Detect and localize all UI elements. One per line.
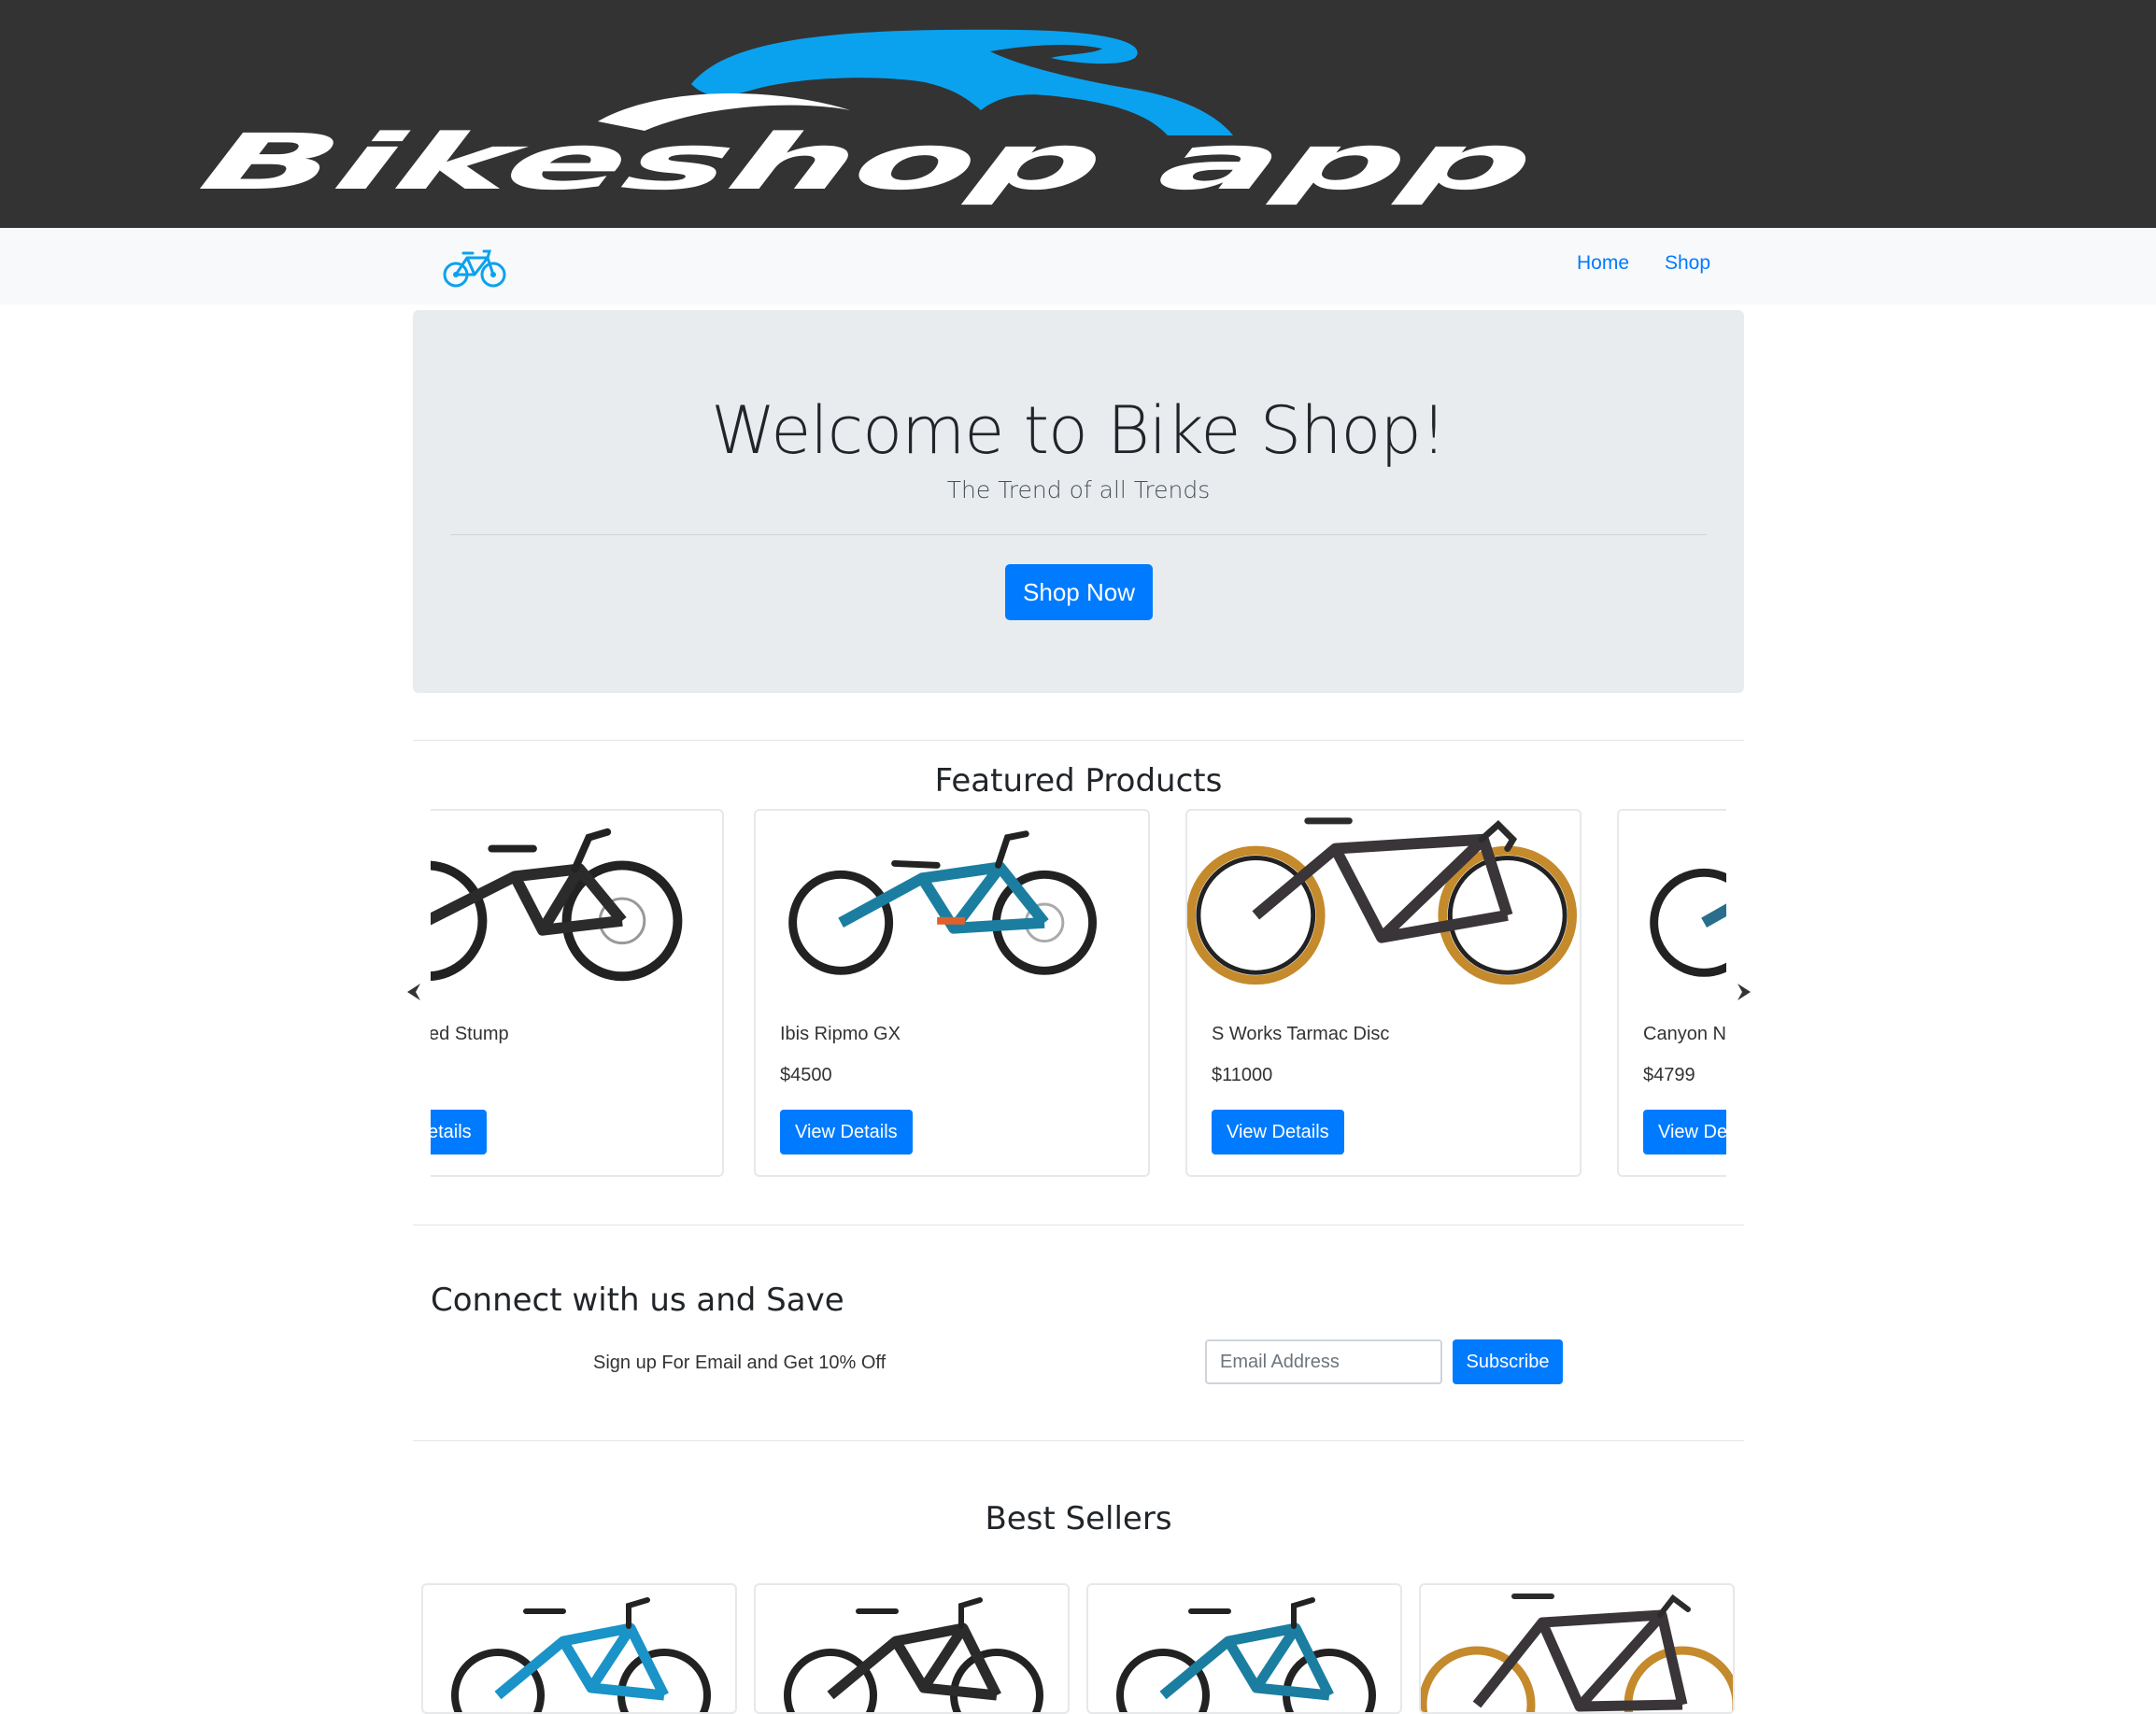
product-card: S Works Tarmac Disc $11000 View Details [1185, 809, 1582, 1177]
nav-link-shop[interactable]: Shop [1665, 252, 1710, 275]
product-image [1187, 817, 1578, 985]
product-price: $4500 [780, 1065, 832, 1085]
product-image [451, 1597, 711, 1712]
bikeshop-logo: Bikeshop app [191, 29, 1547, 207]
newsletter-text: Sign up For Email and Get 10% Off [593, 1353, 887, 1373]
shop-now-button[interactable]: Shop Now [1005, 564, 1153, 620]
best-seller-card[interactable] [1086, 1583, 1402, 1714]
product-card: Specialized Stump View Details [431, 809, 724, 1177]
product-image [1421, 1594, 1733, 1712]
product-image [788, 830, 1098, 975]
divider [413, 1440, 1744, 1441]
best-seller-card[interactable] [754, 1583, 1070, 1714]
product-name: Ibis Ripmo GX [780, 1024, 901, 1044]
product-card: Ibis Ripmo GX $4500 View Details [754, 809, 1150, 1177]
product-card: Canyon Neuron $4799 View Details [1617, 809, 1726, 1177]
best-seller-card[interactable] [421, 1583, 737, 1714]
product-name: S Works Tarmac Disc [1212, 1024, 1390, 1044]
chevron-left-icon[interactable] [404, 981, 426, 1003]
bicycle-icon[interactable] [441, 247, 508, 290]
product-price: $4799 [1643, 1065, 1695, 1085]
view-details-button[interactable]: View Details [1643, 1110, 1726, 1154]
view-details-button[interactable]: View Details [1212, 1110, 1344, 1154]
best-sellers-title: Best Sellers [985, 1500, 1172, 1537]
navbar: Home Shop [0, 228, 2156, 305]
view-details-button[interactable]: View Details [431, 1110, 487, 1154]
hero-jumbotron: Welcome to Bike Shop! The Trend of all T… [413, 310, 1744, 693]
hero-divider [450, 534, 1707, 535]
newsletter-title: Connect with us and Save [431, 1282, 844, 1319]
divider [413, 740, 1744, 741]
product-name: Specialized Stump [431, 1024, 509, 1044]
subscribe-button[interactable]: Subscribe [1453, 1339, 1563, 1384]
nav-link-home[interactable]: Home [1577, 252, 1629, 275]
best-seller-card[interactable] [1419, 1583, 1735, 1714]
header-banner: Bikeshop app [0, 0, 2156, 228]
email-field[interactable] [1205, 1339, 1442, 1384]
product-price: $11000 [1212, 1065, 1273, 1085]
chevron-right-icon[interactable] [1732, 981, 1754, 1003]
hero-title: Welcome to Bike Shop! [711, 392, 1447, 469]
product-image [1116, 1597, 1376, 1712]
view-details-button[interactable]: View Details [780, 1110, 913, 1154]
product-name: Canyon Neuron [1643, 1024, 1726, 1044]
svg-text:Bikeshop app: Bikeshop app [191, 118, 1547, 207]
hero-subtitle: The Trend of all Trends [946, 476, 1211, 503]
featured-carousel: Specialized Stump View Details Ibis Ripm… [431, 809, 1726, 1179]
product-image [431, 828, 683, 982]
product-image [1650, 868, 1726, 977]
featured-title: Featured Products [934, 762, 1223, 800]
product-image [784, 1597, 1043, 1712]
